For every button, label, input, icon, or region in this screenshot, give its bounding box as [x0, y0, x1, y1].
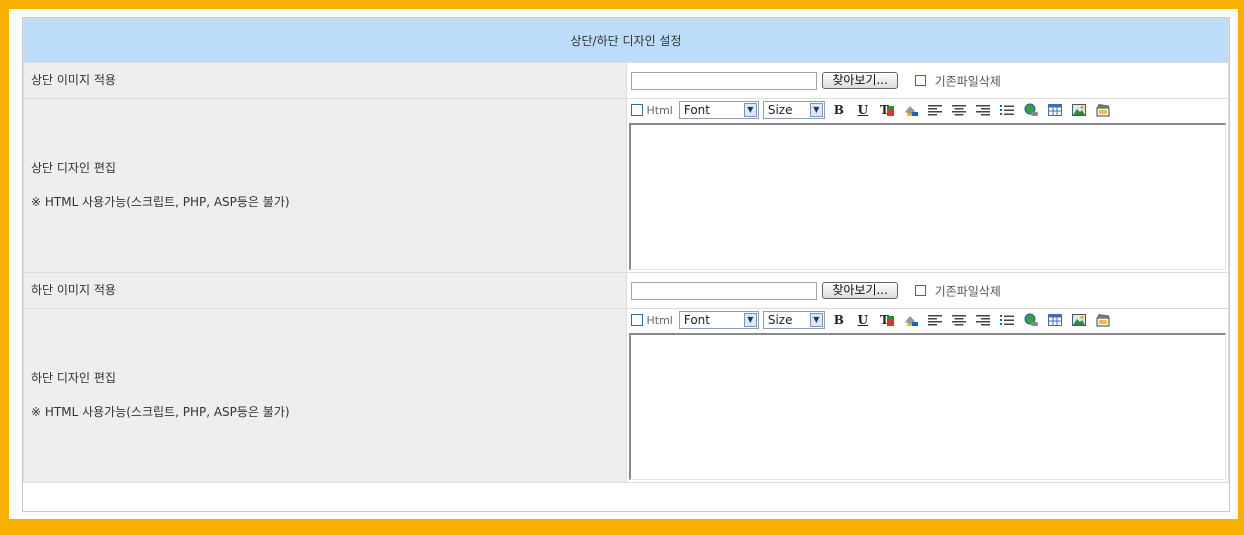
bullet-list-icon[interactable] — [997, 311, 1017, 329]
bottom-design-note: ※ HTML 사용가능(스크립트, PHP, ASP등은 불가) — [31, 405, 290, 419]
text-color-icon[interactable]: T — [877, 101, 897, 119]
top-design-note: ※ HTML 사용가능(스크립트, PHP, ASP등은 불가) — [31, 195, 290, 209]
bottom-design-editor[interactable] — [628, 333, 1226, 480]
bottom-editor-toolbar: Html Font ▼ Size ▼ B U T — [627, 309, 1229, 333]
chevron-down-icon: ▼ — [743, 103, 757, 117]
top-size-select-value: Size — [767, 103, 793, 117]
top-design-label-cell: 상단 디자인 편집 ※ HTML 사용가능(스크립트, PHP, ASP등은 불… — [23, 98, 627, 273]
bottom-image-file-input[interactable] — [630, 281, 817, 300]
underline-icon[interactable]: U — [853, 311, 873, 329]
bottom-design-label-cell: 하단 디자인 편집 ※ HTML 사용가능(스크립트, PHP, ASP등은 불… — [23, 308, 627, 483]
text-color-icon[interactable]: T — [877, 311, 897, 329]
bullet-list-icon[interactable] — [997, 101, 1017, 119]
align-right-icon[interactable] — [973, 311, 993, 329]
bottom-image-cell: 찾아보기... 기존파일삭제 — [625, 272, 1229, 309]
align-center-icon[interactable] — [949, 311, 969, 329]
link-icon[interactable] — [1021, 101, 1041, 119]
top-delete-label: 기존파일삭제 — [934, 74, 1001, 88]
link-icon[interactable] — [1021, 311, 1041, 329]
chevron-down-icon: ▼ — [743, 313, 757, 327]
bottom-image-label: 하단 이미지 적용 — [23, 272, 627, 309]
align-left-icon[interactable] — [925, 101, 945, 119]
section-title: 상단/하단 디자인 설정 — [23, 18, 1229, 63]
design-settings-panel: 상단/하단 디자인 설정 상단 이미지 적용 찾아보기... 기존파일삭제 상단… — [22, 17, 1230, 512]
top-design-label: 상단 디자인 편집 — [31, 161, 116, 175]
media-icon[interactable] — [1093, 101, 1113, 119]
image-icon[interactable] — [1069, 311, 1089, 329]
align-center-icon[interactable] — [949, 101, 969, 119]
bottom-size-select[interactable]: Size ▼ — [762, 311, 825, 329]
bottom-font-select-value: Font — [683, 313, 710, 327]
table-icon[interactable] — [1045, 101, 1065, 119]
top-size-select[interactable]: Size ▼ — [762, 101, 825, 119]
bottom-html-checkbox[interactable] — [630, 314, 643, 326]
bold-icon[interactable]: B — [829, 101, 849, 119]
highlight-icon[interactable] — [901, 101, 921, 119]
bottom-delete-checkbox[interactable] — [914, 285, 926, 296]
top-browse-button[interactable]: 찾아보기... — [822, 72, 898, 89]
chevron-down-icon: ▼ — [809, 313, 823, 327]
underline-icon[interactable]: U — [853, 101, 873, 119]
top-font-select-value: Font — [683, 103, 710, 117]
chevron-down-icon: ▼ — [809, 103, 823, 117]
bottom-browse-button[interactable]: 찾아보기... — [822, 282, 898, 299]
bottom-editor-cell: Html Font ▼ Size ▼ B U T — [625, 308, 1229, 483]
settings-table: 상단/하단 디자인 설정 상단 이미지 적용 찾아보기... 기존파일삭제 상단… — [23, 18, 1229, 483]
bottom-html-label: Html — [646, 313, 673, 327]
align-left-icon[interactable] — [925, 311, 945, 329]
top-editor-toolbar: Html Font ▼ Size ▼ B U T — [627, 99, 1229, 123]
top-html-checkbox[interactable] — [630, 104, 643, 116]
top-image-cell: 찾아보기... 기존파일삭제 — [625, 62, 1229, 99]
top-delete-checkbox[interactable] — [914, 75, 926, 86]
bottom-design-label: 하단 디자인 편집 — [31, 371, 116, 385]
align-right-icon[interactable] — [973, 101, 993, 119]
bottom-font-select[interactable]: Font ▼ — [678, 311, 759, 329]
highlight-icon[interactable] — [901, 311, 921, 329]
top-design-editor[interactable] — [628, 123, 1226, 270]
top-editor-cell: Html Font ▼ Size ▼ B U T — [625, 98, 1229, 273]
top-image-file-input[interactable] — [630, 71, 817, 90]
top-image-label: 상단 이미지 적용 — [23, 62, 627, 99]
image-icon[interactable] — [1069, 101, 1089, 119]
media-icon[interactable] — [1093, 311, 1113, 329]
bottom-delete-label: 기존파일삭제 — [934, 284, 1001, 298]
bottom-size-select-value: Size — [767, 313, 793, 327]
table-icon[interactable] — [1045, 311, 1065, 329]
bold-icon[interactable]: B — [829, 311, 849, 329]
top-font-select[interactable]: Font ▼ — [678, 101, 759, 119]
top-html-label: Html — [646, 103, 673, 117]
